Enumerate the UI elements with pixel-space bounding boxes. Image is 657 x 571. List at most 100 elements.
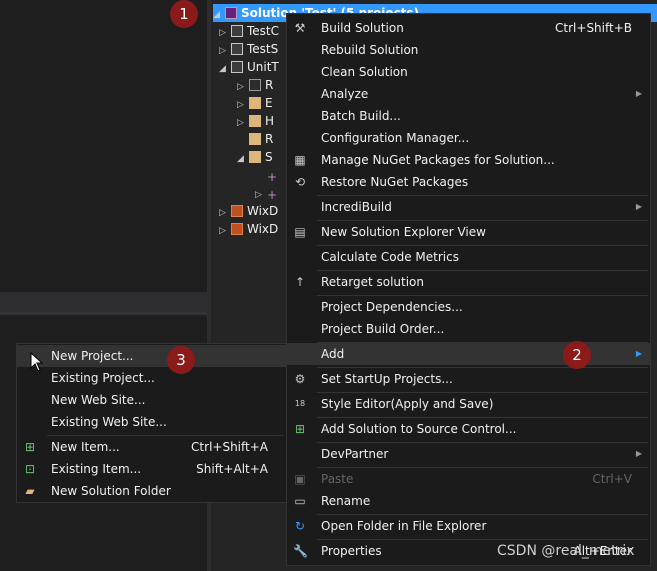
menu-shortcut: Shift+Alt+A (196, 462, 268, 476)
style-icon: 18 (294, 399, 306, 408)
submenu-new-project[interactable]: New Project... (17, 345, 286, 367)
submenu-existing-item[interactable]: ⊡ Existing Item... Shift+Alt+A (17, 458, 286, 480)
panel-tab-bar (0, 292, 207, 312)
menu-label: New Solution Folder (51, 484, 171, 498)
menu-retarget-solution[interactable]: ↑ Retarget solution (287, 271, 650, 293)
folder-icon (249, 133, 261, 145)
submenu-new-solution-folder[interactable]: ▰ New Solution Folder (17, 480, 286, 502)
submenu-arrow-icon: ▶ (635, 449, 642, 458)
menu-label: New Solution Explorer View (321, 225, 486, 239)
tree-item[interactable]: ▷ R (237, 76, 273, 94)
annotation-badge-1: 1 (170, 0, 198, 28)
build-icon: ⚒ (294, 21, 306, 35)
menu-analyze[interactable]: Analyze ▶ (287, 83, 650, 105)
tree-item-label: R (265, 132, 274, 146)
watermark-text: CSDN @real_metrix (497, 543, 635, 559)
tree-item-label: H (265, 114, 275, 128)
menu-add[interactable]: Add ▶ (287, 343, 650, 365)
tree-item[interactable]: R (237, 130, 273, 148)
new-item-icon: ⊞ (24, 440, 36, 454)
menu-project-dependencies[interactable]: Project Dependencies... (287, 296, 650, 318)
menu-devpartner[interactable]: DevPartner ▶ (287, 443, 650, 465)
menu-label: Existing Item... (51, 462, 142, 476)
menu-rename[interactable]: ▭ Rename (287, 490, 650, 512)
submenu-new-web-site[interactable]: New Web Site... (17, 389, 286, 411)
tree-item-label: TestS (247, 42, 279, 56)
menu-add-to-source-control[interactable]: ⊞ Add Solution to Source Control... (287, 418, 650, 440)
panel-border (0, 312, 207, 315)
tree-item-label: WixD (247, 222, 279, 236)
menu-incredibuild[interactable]: IncrediBuild ▶ (287, 196, 650, 218)
menu-paste[interactable]: ▣ Paste Ctrl+V (287, 468, 650, 490)
menu-shortcut: Ctrl+Shift+A (191, 440, 268, 454)
tree-project-node[interactable]: ▷ TestS (219, 40, 278, 58)
folder-icon (249, 97, 261, 109)
tree-item[interactable]: ▷ + (255, 184, 283, 202)
folder-icon: ▰ (25, 484, 35, 498)
collapse-arrow-icon[interactable]: ◢ (237, 150, 249, 168)
menu-manage-nuget[interactable]: ▦ Manage NuGet Packages for Solution... (287, 149, 650, 171)
menu-label: Analyze (321, 87, 369, 101)
tree-project-node[interactable]: ▷ TestC (219, 22, 279, 40)
project-icon (231, 61, 243, 73)
new-view-icon: ▤ (294, 225, 306, 239)
annotation-badge-2: 2 (563, 341, 591, 369)
menu-open-folder[interactable]: ↻ Open Folder in File Explorer (287, 515, 650, 537)
menu-label: Project Build Order... (321, 322, 445, 336)
folder-icon (249, 115, 261, 127)
expand-arrow-icon[interactable]: ▷ (219, 222, 231, 240)
menu-calculate-code-metrics[interactable]: Calculate Code Metrics (287, 246, 650, 268)
submenu-existing-web-site[interactable]: Existing Web Site... (17, 411, 286, 433)
refresh-icon: ↻ (294, 519, 306, 533)
source-control-icon: ⊞ (294, 422, 306, 436)
menu-label: Manage NuGet Packages for Solution... (321, 153, 555, 167)
menu-project-build-order[interactable]: Project Build Order... (287, 318, 650, 340)
menu-label: Add Solution to Source Control... (321, 422, 517, 436)
rename-icon: ▭ (294, 494, 306, 508)
menu-label: Existing Project... (51, 371, 155, 385)
tree-item[interactable]: ▷ E (237, 94, 273, 112)
menu-label: Build Solution (321, 21, 404, 35)
tree-item-label: E (265, 96, 273, 110)
submenu-new-item[interactable]: ⊞ New Item... Ctrl+Shift+A (17, 436, 286, 458)
tree-item[interactable]: + (267, 166, 283, 184)
menu-label: Clean Solution (321, 65, 408, 79)
menu-label: Calculate Code Metrics (321, 250, 459, 264)
wix-project-icon (231, 205, 243, 217)
wrench-icon: 🔧 (293, 544, 308, 558)
tree-project-node[interactable]: ◢ UnitT (219, 58, 279, 76)
mouse-cursor-icon (30, 352, 44, 372)
menu-build-solution[interactable]: ⚒ Build Solution Ctrl+Shift+B (287, 17, 650, 39)
submenu-existing-project[interactable]: Existing Project... (17, 367, 286, 389)
menu-label: Restore NuGet Packages (321, 175, 469, 189)
menu-new-solution-explorer-view[interactable]: ▤ New Solution Explorer View (287, 221, 650, 243)
menu-configuration-manager[interactable]: Configuration Manager... (287, 127, 650, 149)
menu-batch-build[interactable]: Batch Build... (287, 105, 650, 127)
menu-label: IncrediBuild (321, 200, 392, 214)
tree-project-node[interactable]: ▷ WixD (219, 220, 278, 238)
tree-item[interactable]: ◢ S (237, 148, 273, 166)
tree-project-node[interactable]: ▷ WixD (219, 202, 278, 220)
menu-restore-nuget[interactable]: ⟲ Restore NuGet Packages (287, 171, 650, 193)
wix-project-icon (231, 223, 243, 235)
plus-icon: + (267, 170, 278, 184)
existing-item-icon: ⊡ (24, 462, 36, 476)
menu-label: New Web Site... (51, 393, 146, 407)
project-icon (231, 43, 243, 55)
arrow-up-icon: ↑ (294, 275, 306, 289)
collapse-arrow-icon[interactable]: ◢ (219, 60, 231, 78)
submenu-arrow-icon: ▶ (635, 349, 642, 358)
menu-label: Configuration Manager... (321, 131, 470, 145)
submenu-arrow-icon: ▶ (635, 89, 642, 98)
project-icon (231, 25, 243, 37)
menu-rebuild-solution[interactable]: Rebuild Solution (287, 39, 650, 61)
menu-label: Set StartUp Projects... (321, 372, 453, 386)
tree-item-label: R (265, 78, 274, 92)
menu-label: Retarget solution (321, 275, 425, 289)
menu-style-editor[interactable]: 18 Style Editor(Apply and Save) (287, 393, 650, 415)
tree-item[interactable]: ▷ H (237, 112, 274, 130)
menu-label: Open Folder in File Explorer (321, 519, 487, 533)
menu-label: New Project... (51, 349, 134, 363)
menu-clean-solution[interactable]: Clean Solution (287, 61, 650, 83)
menu-set-startup-projects[interactable]: ⚙ Set StartUp Projects... (287, 368, 650, 390)
